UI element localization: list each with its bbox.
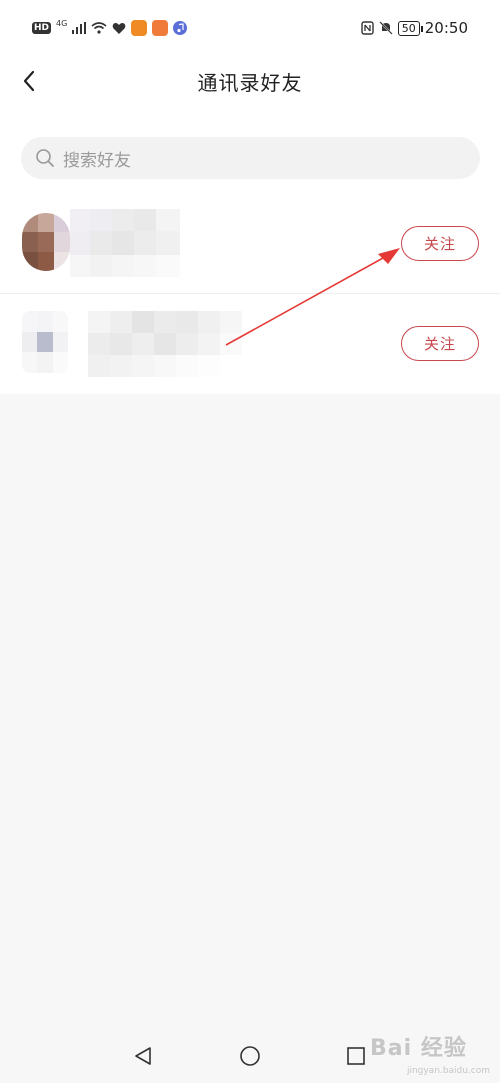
search-placeholder: 搜索好友 [63,150,131,171]
contact-row: 关注 [0,195,500,294]
circle-home-icon[interactable] [239,1045,261,1067]
hd-badge: HD [32,22,52,34]
status-bar: HD 4G 50 20:50 [0,0,500,56]
follow-button[interactable]: 关注 [401,226,479,261]
contact-row: 关注 [0,295,500,394]
screen: HD 4G 50 20:50 通讯录好友 搜索好友 关注 关注 Bai 经验 j… [0,0,500,1083]
status-left: HD 4G [32,18,188,36]
battery-icon: 50 [397,20,423,36]
square-recent-icon[interactable] [345,1045,367,1067]
page-title: 通讯录好友 [197,71,303,95]
header: 通讯录好友 [0,56,500,106]
health-app-icon [152,20,169,36]
status-right: 50 20:50 [361,19,468,37]
mute-icon [379,21,393,35]
watermark-url: jingyan.baidu.com [406,1066,490,1076]
baidu-watermark: Bai 经验 jingyan.baidu.com [370,1030,490,1078]
network-type: 4G [56,18,68,28]
nfc-icon [361,21,374,35]
signal-icon [72,22,87,34]
video-app-icon [131,20,148,36]
heart-app-icon [112,22,126,34]
status-time: 20:50 [424,19,468,37]
music-app-icon [173,21,188,35]
watermark-logo: Bai 经验 [370,1036,467,1061]
contact-name-blurred [70,209,180,277]
avatar [22,311,68,373]
search-icon [36,149,54,167]
avatar [22,213,70,271]
follow-button[interactable]: 关注 [401,326,479,361]
search-input[interactable]: 搜索好友 [21,137,480,179]
contacts-panel: 搜索好友 关注 关注 [0,106,500,394]
contact-name-blurred [88,311,242,377]
wifi-icon [91,22,107,34]
triangle-back-icon[interactable] [132,1045,154,1067]
